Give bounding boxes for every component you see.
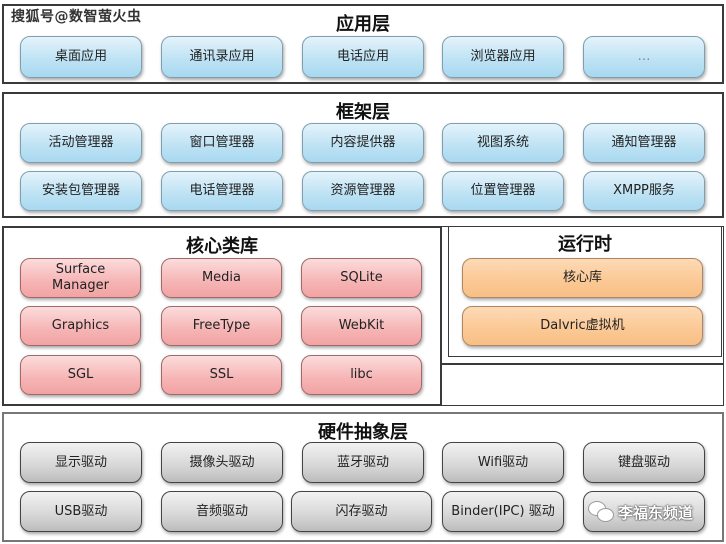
hal-wifi-driver[interactable]: Wifi驱动 — [442, 442, 564, 483]
hal-flash-driver[interactable]: 闪存驱动 — [291, 491, 432, 532]
hal-keyboard-driver[interactable]: 键盘驱动 — [583, 442, 705, 483]
fw-content-provider[interactable]: 内容提供器 — [302, 123, 424, 163]
app-browser[interactable]: 浏览器应用 — [442, 36, 564, 78]
runtime-dalvik-vm[interactable]: Dalvric虚拟机 — [462, 306, 703, 346]
lib-graphics[interactable]: Graphics — [20, 306, 141, 346]
lib-libc[interactable]: libc — [301, 355, 422, 395]
fw-view-system[interactable]: 视图系统 — [442, 123, 564, 163]
app-contacts[interactable]: 通讯录应用 — [161, 36, 283, 78]
fw-package-manager[interactable]: 安装包管理器 — [20, 171, 142, 211]
hal-usb-driver[interactable]: USB驱动 — [20, 491, 142, 532]
fw-activity-manager[interactable]: 活动管理器 — [20, 123, 142, 163]
app-more[interactable]: … — [583, 36, 705, 78]
app-desktop[interactable]: 桌面应用 — [20, 36, 142, 78]
hal-camera-driver[interactable]: 摄像头驱动 — [161, 442, 283, 483]
runtime-title: 运行时 — [558, 234, 612, 255]
fw-xmpp-service[interactable]: XMPP服务 — [583, 171, 705, 211]
hal-unlabeled-driver[interactable] — [583, 491, 705, 532]
framework-layer-title: 框架层 — [336, 102, 390, 123]
fw-resource-manager[interactable]: 资源管理器 — [302, 171, 424, 211]
lib-ssl[interactable]: SSL — [161, 355, 282, 395]
lib-surface-manager[interactable]: Surface Manager — [20, 258, 141, 298]
hal-bluetooth-driver[interactable]: 蓝牙驱动 — [302, 442, 424, 483]
lib-media[interactable]: Media — [161, 258, 282, 298]
app-phone[interactable]: 电话应用 — [302, 36, 424, 78]
runtime-spacer-box — [441, 364, 724, 406]
fw-notification-manager[interactable]: 通知管理器 — [583, 123, 705, 163]
hal-binder-ipc-driver[interactable]: Binder(IPC) 驱动 — [442, 491, 564, 532]
lib-freetype[interactable]: FreeType — [161, 306, 282, 346]
hal-layer-title: 硬件抽象层 — [318, 422, 408, 443]
lib-webkit[interactable]: WebKit — [301, 306, 422, 346]
lib-sgl[interactable]: SGL — [20, 355, 141, 395]
hal-display-driver[interactable]: 显示驱动 — [20, 442, 142, 483]
lib-sqlite[interactable]: SQLite — [301, 258, 422, 298]
watermark-top-left: 搜狐号@数智萤火虫 — [11, 9, 142, 25]
core-libraries-title: 核心类库 — [186, 236, 258, 257]
runtime-core-library[interactable]: 核心库 — [462, 258, 703, 298]
hal-audio-driver[interactable]: 音频驱动 — [161, 491, 283, 532]
fw-location-manager[interactable]: 位置管理器 — [442, 171, 564, 211]
fw-window-manager[interactable]: 窗口管理器 — [161, 123, 283, 163]
fw-telephony-manager[interactable]: 电话管理器 — [161, 171, 283, 211]
